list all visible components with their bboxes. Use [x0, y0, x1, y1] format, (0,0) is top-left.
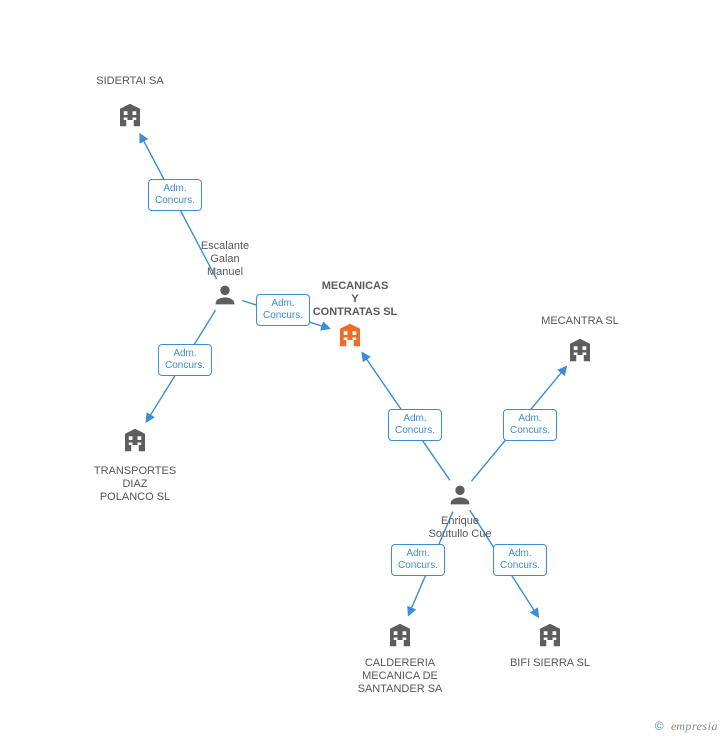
building-icon: [335, 320, 365, 350]
node-escalante[interactable]: [211, 281, 239, 309]
node-transportes[interactable]: [120, 425, 150, 455]
building-icon: [565, 335, 595, 365]
node-sidertai[interactable]: [115, 100, 145, 130]
node-central[interactable]: [335, 320, 365, 350]
node-caldereria[interactable]: [385, 620, 415, 650]
building-icon: [115, 100, 145, 130]
building-icon: [120, 425, 150, 455]
relation-label: Adm.Concurs.: [148, 179, 202, 211]
relation-label: Adm.Concurs.: [493, 544, 547, 576]
building-icon: [535, 620, 565, 650]
person-icon: [211, 281, 239, 309]
person-icon: [446, 481, 474, 509]
relation-label: Adm.Concurs.: [503, 409, 557, 441]
building-icon: [385, 620, 415, 650]
brand-rest: mpresia: [676, 719, 718, 733]
relation-label: Adm.Concurs.: [388, 409, 442, 441]
copyright-symbol: ©: [655, 719, 664, 733]
node-bifi[interactable]: [535, 620, 565, 650]
node-enrique[interactable]: [446, 481, 474, 509]
watermark: © empresia: [655, 719, 718, 734]
relation-label: Adm.Concurs.: [256, 294, 310, 326]
node-mecantra[interactable]: [565, 335, 595, 365]
relation-label: Adm.Concurs.: [391, 544, 445, 576]
relation-label: Adm.Concurs.: [158, 344, 212, 376]
